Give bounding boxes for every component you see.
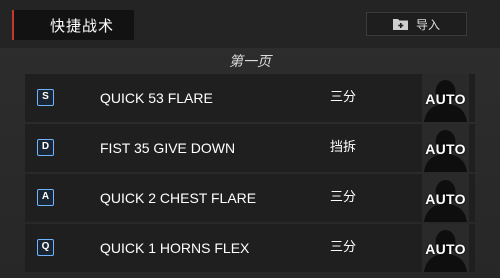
import-button[interactable]: 导入 [366, 12, 467, 36]
play-row[interactable]: D FIST 35 GIVE DOWN 挡拆 AUTO [25, 124, 475, 172]
play-name: FIST 35 GIVE DOWN [100, 140, 236, 156]
auto-label: AUTO [425, 141, 466, 157]
play-type: 三分 [330, 190, 357, 205]
auto-player-slot[interactable]: AUTO [422, 174, 469, 222]
play-name: QUICK 53 FLARE [100, 90, 213, 106]
auto-player-slot[interactable]: AUTO [422, 224, 469, 272]
play-name: QUICK 2 CHEST FLARE [100, 190, 257, 206]
auto-label: AUTO [425, 91, 466, 107]
header-bar: 快捷战术 导入 [0, 0, 500, 48]
auto-player-slot[interactable]: AUTO [422, 74, 469, 122]
hotkey-badge: A [37, 189, 54, 206]
import-label: 导入 [415, 17, 440, 32]
page-title: 第一页 [229, 54, 271, 70]
quick-tactics-panel: 快捷战术 导入 第一页 S QUICK 53 FLARE 三分 AUTO D F… [0, 0, 500, 278]
play-type: 三分 [330, 90, 357, 105]
title-tab: 快捷战术 [12, 10, 134, 40]
hotkey-badge: S [37, 89, 54, 106]
panel-title: 快捷战术 [50, 16, 115, 35]
hotkey-badge: Q [37, 239, 54, 256]
auto-label: AUTO [425, 191, 466, 207]
play-row[interactable]: S QUICK 53 FLARE 三分 AUTO [25, 74, 475, 122]
play-row[interactable]: A QUICK 2 CHEST FLARE 三分 AUTO [25, 174, 475, 222]
play-row[interactable]: Q QUICK 1 HORNS FLEX 三分 AUTO [25, 224, 475, 272]
folder-add-icon [392, 19, 408, 30]
auto-player-slot[interactable]: AUTO [422, 124, 469, 172]
play-type: 三分 [330, 240, 357, 255]
auto-label: AUTO [425, 241, 466, 257]
play-name: QUICK 1 HORNS FLEX [100, 240, 250, 256]
hotkey-badge: D [37, 139, 54, 156]
play-type: 挡拆 [330, 140, 357, 155]
